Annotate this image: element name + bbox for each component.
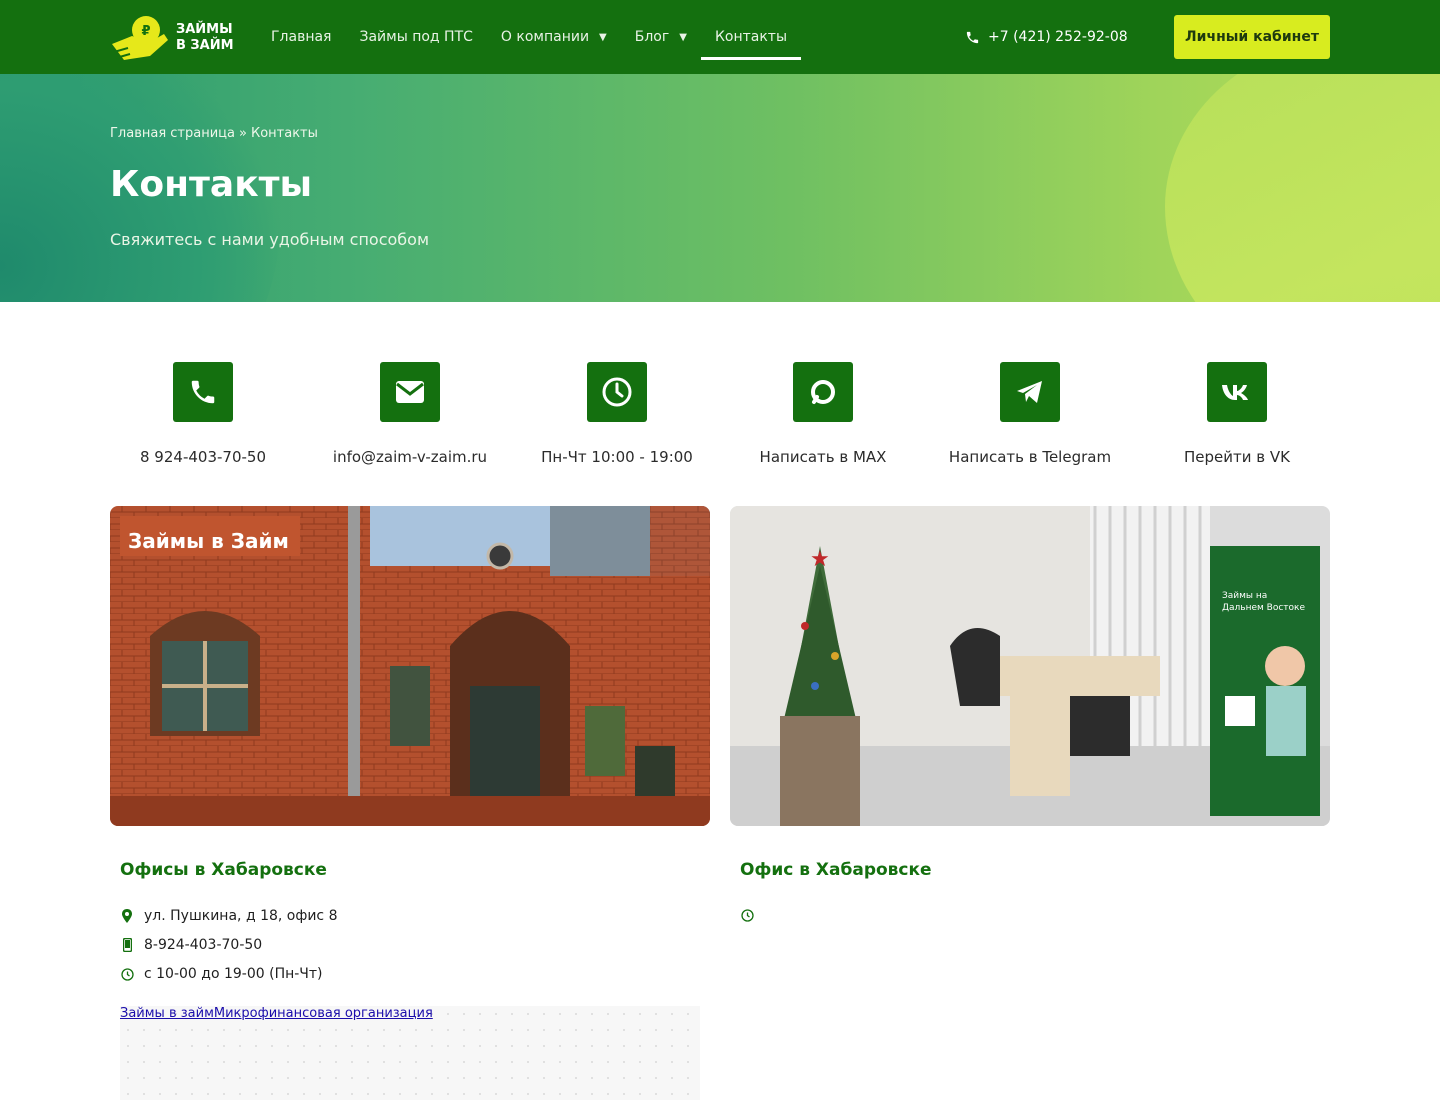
clock-icon xyxy=(120,967,134,981)
office-hours: с 10-00 до 19-00 (Пн-Чт) xyxy=(120,966,323,982)
contact-label: 8 924-403-70-50 xyxy=(140,448,266,466)
map-pin-icon xyxy=(120,909,134,923)
max-messenger-icon xyxy=(793,362,853,422)
vk-icon xyxy=(1207,362,1267,422)
storefront-sign: Займы в Займ xyxy=(128,529,289,553)
nav-item-contacts[interactable]: Контакты xyxy=(700,0,802,74)
nav-item-pts-loans[interactable]: Займы под ПТС xyxy=(345,0,486,74)
contact-label: Перейти в VK xyxy=(1184,448,1290,466)
nav-item-home[interactable]: Главная xyxy=(257,0,345,74)
breadcrumb-separator: » xyxy=(239,126,247,141)
clock-icon xyxy=(740,908,754,922)
hero-decor-right xyxy=(1165,74,1440,302)
contact-label: info@zaim-v-zaim.ru xyxy=(332,448,488,466)
logo[interactable]: ₽ ЗАЙМЫ В ЗАЙМ xyxy=(110,10,240,66)
breadcrumb: Главная страница » Контакты xyxy=(110,126,318,141)
phone-icon xyxy=(966,31,979,43)
office-hours-text: с 10-00 до 19-00 (Пн-Чт) xyxy=(144,966,323,982)
nav-item-about[interactable]: О компании ▼ xyxy=(487,0,621,74)
contact-label: Пн-Чт 10:00 - 19:00 xyxy=(541,448,693,466)
logo-hand-coin-icon: ₽ xyxy=(110,10,172,66)
svg-text:Дальнем Востоке: Дальнем Востоке xyxy=(1222,603,1305,613)
contact-phone[interactable]: 8 924-403-70-50 xyxy=(108,362,298,466)
page-subtitle: Свяжитесь с нами удобным способом xyxy=(110,230,430,249)
svg-text:Займы на: Займы на xyxy=(1222,591,1267,601)
header-phone-text: +7 (421) 252-92-08 xyxy=(988,29,1128,45)
site-header: ₽ ЗАЙМЫ В ЗАЙМ Главная Займы под ПТС О к… xyxy=(0,0,1440,74)
nav-label: Блог xyxy=(634,29,670,45)
contact-label: Написать в Telegram xyxy=(948,448,1112,466)
office-interior-photo: ★ Займы на Дальнем Востоке xyxy=(730,506,1330,826)
svg-text:★: ★ xyxy=(810,547,830,572)
office-phone[interactable]: 8-924-403-70-50 xyxy=(120,937,262,953)
contact-max[interactable]: Написать в MAX xyxy=(728,362,918,466)
contact-telegram[interactable]: Написать в Telegram xyxy=(935,362,1125,466)
contact-email[interactable]: info@zaim-v-zaim.ru xyxy=(315,362,505,466)
contact-vk[interactable]: Перейти в VK xyxy=(1142,362,1332,466)
contact-hours[interactable]: Пн-Чт 10:00 - 19:00 xyxy=(522,362,712,466)
main-nav: Главная Займы под ПТС О компании ▼ Блог ▼ … xyxy=(257,0,802,74)
office-phone-text: 8-924-403-70-50 xyxy=(144,937,263,953)
breadcrumb-home-link[interactable]: Главная страница xyxy=(110,126,235,141)
caret-down-icon: ▼ xyxy=(599,31,607,43)
contact-methods: 8 924-403-70-50 info@zaim-v-zaim.ru Пн-Ч… xyxy=(110,362,1330,472)
svg-text:₽: ₽ xyxy=(141,24,150,39)
envelope-icon xyxy=(380,362,440,422)
caret-down-icon: ▼ xyxy=(679,31,687,43)
nav-item-blog[interactable]: Блог ▼ xyxy=(621,0,701,74)
office-address-text: ул. Пушкина, д 18, офис 8 xyxy=(144,908,338,924)
phone-icon xyxy=(173,362,233,422)
office-address: ул. Пушкина, д 18, офис 8 xyxy=(120,908,337,924)
breadcrumb-current: Контакты xyxy=(250,126,318,141)
logo-line-2: В ЗАЙМ xyxy=(176,38,234,53)
nav-label: О компании xyxy=(500,29,590,45)
contact-label: Написать в MAX xyxy=(759,448,887,466)
office-building-photo: Займы в Займ xyxy=(110,506,710,826)
nav-label: Займы под ПТС xyxy=(359,29,473,45)
mobile-phone-icon xyxy=(120,938,134,952)
telegram-icon xyxy=(1000,362,1060,422)
office-hours xyxy=(740,908,764,922)
hero-banner: Главная страница» Контакты Контакты Свяжи… xyxy=(0,74,1440,302)
clock-icon xyxy=(587,362,647,422)
logo-line-1: ЗАЙМЫ xyxy=(176,22,233,37)
header-phone-link[interactable]: +7 (421) 252-92-08 xyxy=(965,0,1128,74)
personal-account-button[interactable]: Личный кабинет xyxy=(1174,15,1330,59)
office-title: Офисы в Хабаровске xyxy=(120,860,327,880)
page-title: Контакты xyxy=(110,164,313,205)
nav-label: Контакты xyxy=(714,29,787,45)
logo-text: ЗАЙМЫ В ЗАЙМ xyxy=(176,22,234,54)
nav-label: Главная xyxy=(271,29,332,45)
office-title: Офис в Хабаровске xyxy=(740,860,932,880)
map-org-link[interactable]: Займы в займМикрофинансовая организация xyxy=(120,1006,433,1021)
